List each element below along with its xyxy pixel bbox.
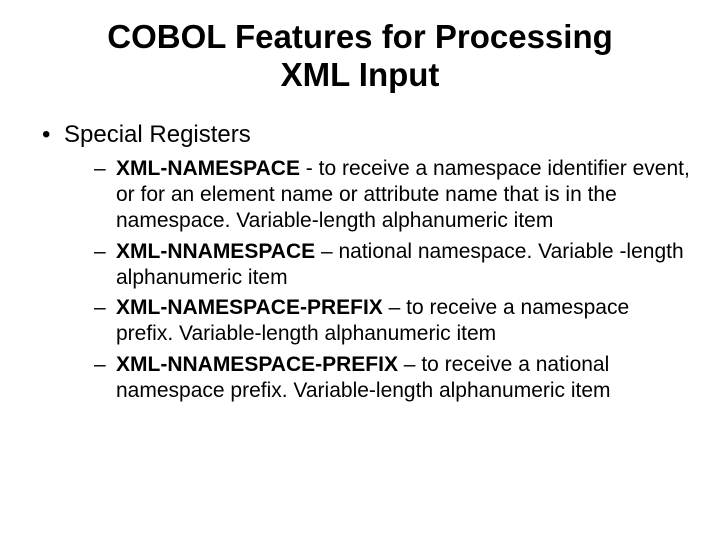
list-item: XML-NAMESPACE - to receive a namespace i… [94, 156, 690, 235]
separator: - [300, 157, 319, 180]
slide-title: COBOL Features for Processing XML Input [70, 18, 650, 94]
section-label: Special Registers [64, 121, 251, 148]
bullet-list-level1: Special Registers XML-NAMESPACE - to rec… [38, 120, 690, 404]
list-item: XML-NNAMESPACE – national namespace. Var… [94, 239, 690, 292]
register-term: XML-NNAMESPACE-PREFIX [116, 353, 398, 376]
register-term: XML-NAMESPACE [116, 157, 300, 180]
bullet-list-level2: XML-NAMESPACE - to receive a namespace i… [94, 156, 690, 404]
separator: – [383, 296, 406, 319]
register-term: XML-NAMESPACE-PREFIX [116, 296, 383, 319]
slide: COBOL Features for Processing XML Input … [0, 0, 720, 540]
list-item: XML-NNAMESPACE-PREFIX – to receive a nat… [94, 352, 690, 405]
list-item: Special Registers XML-NAMESPACE - to rec… [38, 120, 690, 404]
separator: – [398, 353, 421, 376]
register-term: XML-NNAMESPACE [116, 240, 315, 263]
list-item: XML-NAMESPACE-PREFIX – to receive a name… [94, 295, 690, 348]
separator: – [315, 240, 338, 263]
